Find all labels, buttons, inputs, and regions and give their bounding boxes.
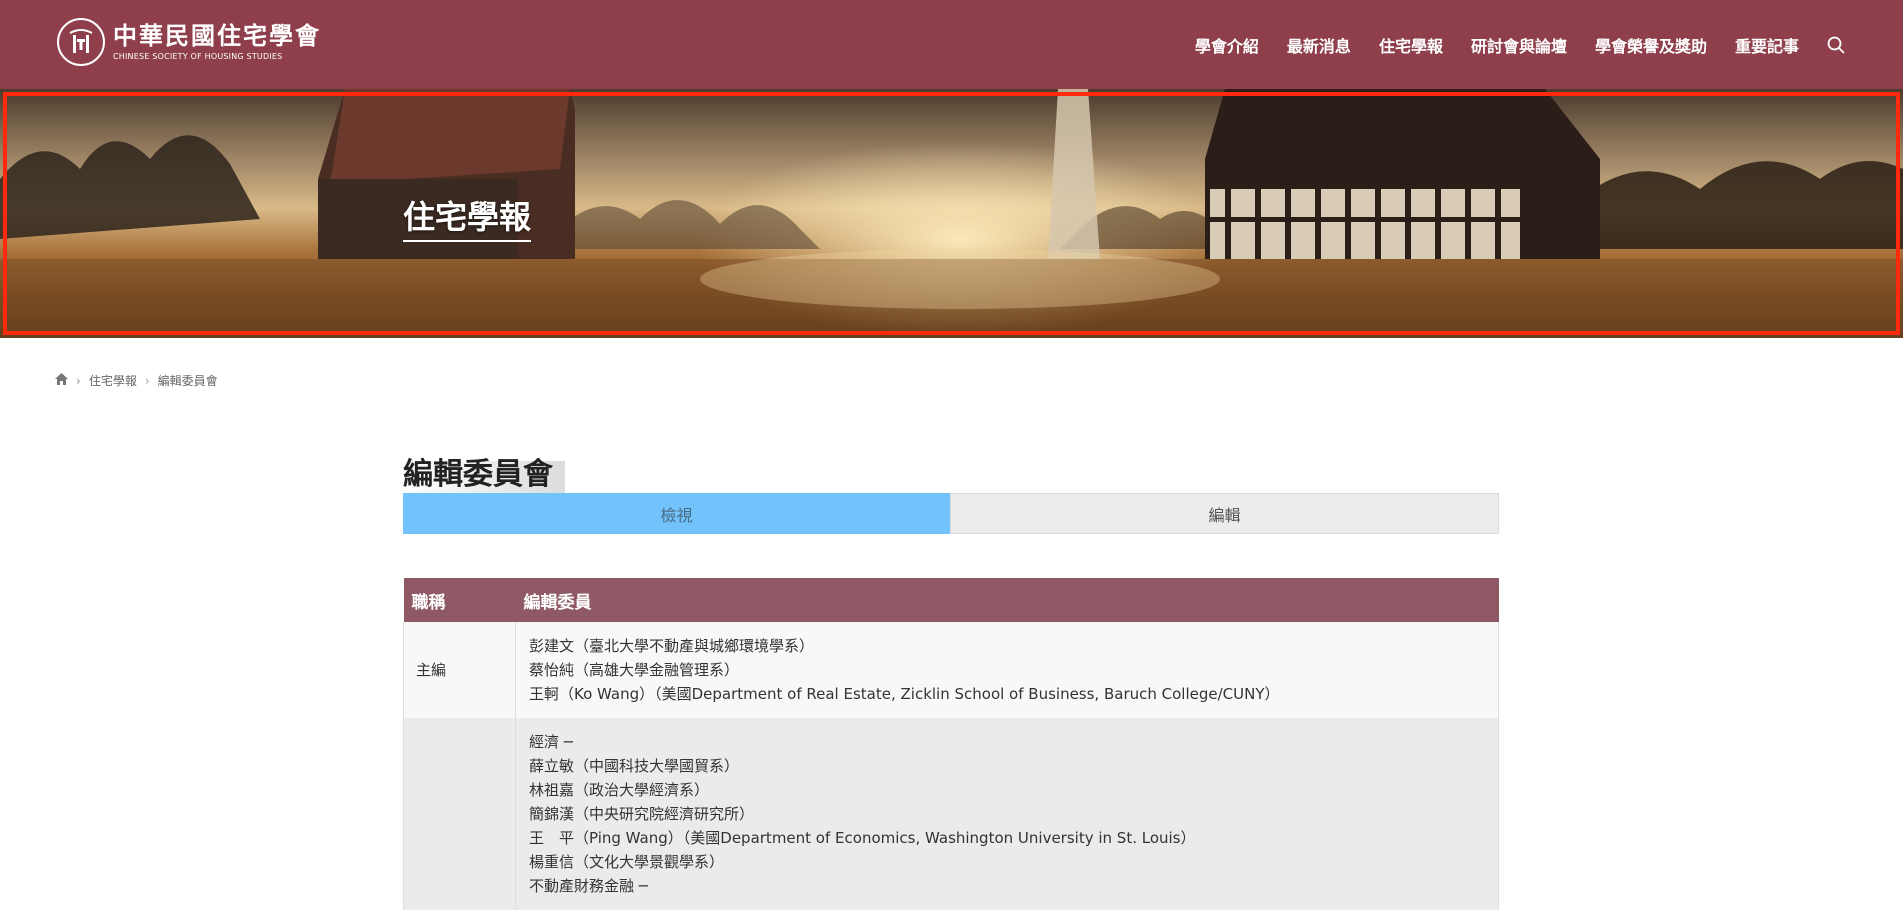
member-line: 經濟 ─	[529, 733, 573, 751]
hero-banner: 住宅學報	[0, 89, 1903, 338]
main-nav: 學會介紹 最新消息 住宅學報 研討會與論壇 學會榮譽及獎助 重要記事	[1167, 0, 1847, 89]
column-header-members: 編輯委員	[515, 578, 1499, 622]
table-row: 主編 彭建文（臺北大學不動產與城鄉環境學系） 蔡怡純（高雄大學金融管理系） 王軻…	[403, 622, 1499, 718]
chevron-right-icon: ›	[76, 373, 81, 388]
page-title: 編輯委員會	[403, 449, 565, 493]
breadcrumb: › 住宅學報 › 編輯委員會	[55, 372, 218, 389]
site-header: 中華民國住宅學會 CHINESE SOCIETY OF HOUSING STUD…	[0, 0, 1903, 89]
members-cell: 經濟 ─ 薛立敏（中國科技大學國貿系） 林祖嘉（政治大學經濟系） 簡錦漢（中央研…	[515, 718, 1499, 910]
banner-landscape-image	[0, 89, 1903, 338]
member-line: 薛立敏（中國科技大學國貿系）	[529, 757, 740, 775]
editorial-board-table: 職稱 編輯委員 主編 彭建文（臺北大學不動產與城鄉環境學系） 蔡怡純（高雄大學金…	[403, 578, 1499, 910]
member-line: 彭建文（臺北大學不動產與城鄉環境學系）	[529, 637, 815, 655]
banner-title: 住宅學報	[403, 192, 532, 242]
table-row: 經濟 ─ 薛立敏（中國科技大學國貿系） 林祖嘉（政治大學經濟系） 簡錦漢（中央研…	[403, 718, 1499, 910]
home-icon[interactable]	[55, 373, 68, 388]
nav-item-journal[interactable]: 住宅學報	[1379, 33, 1443, 57]
position-cell	[403, 718, 516, 910]
position-cell: 主編	[403, 622, 516, 718]
member-line: 王 平（Ping Wang）（美國Department of Economics…	[529, 829, 1196, 847]
column-header-position: 職稱	[403, 578, 516, 622]
logo-title: 中華民國住宅學會	[113, 22, 321, 50]
view-edit-tabs: 檢視 編輯	[403, 493, 1499, 534]
breadcrumb-item-journal[interactable]: 住宅學報	[89, 372, 137, 389]
nav-item-records[interactable]: 重要記事	[1735, 33, 1799, 57]
member-line: 不動產財務金融 ─	[529, 877, 648, 895]
nav-item-honors[interactable]: 學會榮譽及獎助	[1595, 33, 1707, 57]
nav-item-about[interactable]: 學會介紹	[1195, 33, 1259, 57]
tab-edit[interactable]: 編輯	[950, 493, 1499, 534]
table-header-row: 職稱 編輯委員	[403, 578, 1499, 622]
tab-view[interactable]: 檢視	[403, 493, 950, 534]
breadcrumb-item-current: 編輯委員會	[157, 374, 218, 388]
member-line: 楊重信（文化大學景觀學系）	[529, 853, 725, 871]
member-line: 林祖嘉（政治大學經濟系）	[529, 781, 710, 799]
logo-emblem-icon	[57, 18, 105, 66]
chevron-right-icon: ›	[144, 373, 150, 388]
member-line: 王軻（Ko Wang）（美國Department of Real Estate,…	[529, 685, 1280, 703]
nav-item-news[interactable]: 最新消息	[1287, 33, 1351, 57]
members-cell: 彭建文（臺北大學不動產與城鄉環境學系） 蔡怡純（高雄大學金融管理系） 王軻（Ko…	[515, 622, 1499, 718]
member-line: 簡錦漢（中央研究院經濟研究所）	[529, 805, 755, 823]
search-icon[interactable]	[1825, 34, 1847, 56]
member-line: 蔡怡純（高雄大學金融管理系）	[529, 661, 740, 679]
nav-item-conferences[interactable]: 研討會與論壇	[1471, 33, 1567, 57]
logo-subtitle: CHINESE SOCIETY OF HOUSING STUDIES	[113, 52, 283, 61]
site-logo[interactable]: 中華民國住宅學會 CHINESE SOCIETY OF HOUSING STUD…	[57, 18, 321, 66]
